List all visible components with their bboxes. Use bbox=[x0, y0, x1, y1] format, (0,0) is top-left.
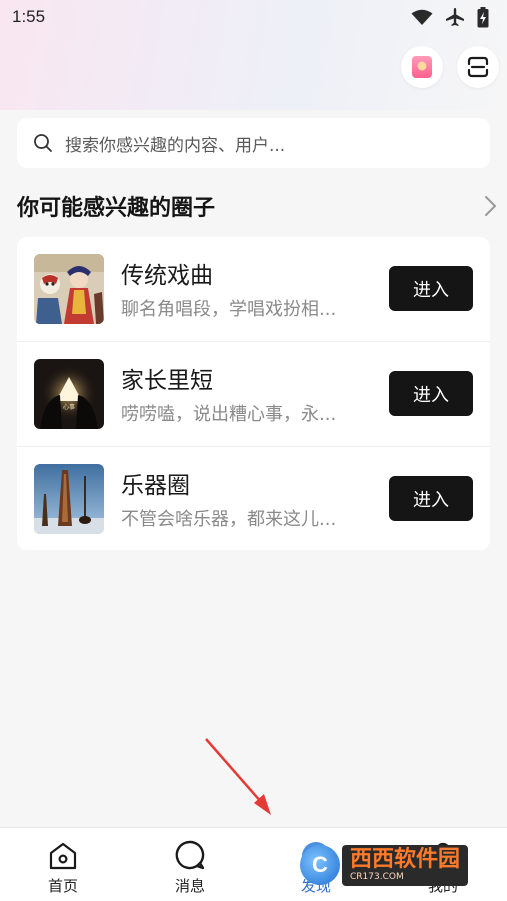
nav-item-messages[interactable]: 消息 bbox=[140, 828, 240, 901]
watermark-text: 西西软件园 CR173.COM bbox=[342, 844, 469, 886]
watermark-logo-icon: C bbox=[300, 845, 340, 885]
circle-thumbnail-opera bbox=[34, 254, 104, 324]
battery-charging-icon bbox=[477, 6, 489, 27]
circle-name: 乐器圈 bbox=[121, 473, 190, 499]
message-bubble-icon bbox=[175, 840, 205, 870]
circle-item-instruments[interactable]: 乐器圈 不管会啥乐器，都来这儿... 进入 bbox=[17, 447, 490, 551]
wifi-icon bbox=[411, 9, 433, 25]
scan-icon bbox=[467, 56, 489, 78]
nav-item-home[interactable]: 首页 bbox=[13, 828, 113, 901]
circle-description: 唠唠嗑，说出糟心事，永... bbox=[121, 404, 337, 425]
section-header[interactable]: 你可能感兴趣的圈子 bbox=[17, 186, 497, 226]
search-icon bbox=[34, 134, 52, 152]
pink-card-icon bbox=[412, 56, 432, 78]
circle-thumbnail-family: 心事 bbox=[34, 359, 104, 429]
circle-name: 传统戏曲 bbox=[121, 263, 213, 289]
enter-button-instruments[interactable]: 进入 bbox=[389, 476, 473, 521]
status-bar: 1:55 bbox=[0, 0, 507, 34]
search-input[interactable]: 搜索你感兴趣的内容、用户... bbox=[17, 118, 490, 168]
circle-item-family[interactable]: 心事 家长里短 唠唠嗑，说出糟心事，永... 进入 bbox=[17, 342, 490, 446]
chevron-right-icon[interactable] bbox=[483, 195, 497, 217]
top-actions bbox=[401, 46, 499, 88]
circle-thumbnail-instruments bbox=[34, 464, 104, 534]
enter-button-family[interactable]: 进入 bbox=[389, 371, 473, 416]
circle-list: 传统戏曲 聊名角唱段，学唱戏扮相... 进入 心事 家长里短 唠唠嗑，说出糟心事… bbox=[17, 237, 490, 550]
section-title: 你可能感兴趣的圈子 bbox=[17, 196, 216, 221]
nav-label: 消息 bbox=[174, 877, 205, 895]
circle-description: 聊名角唱段，学唱戏扮相... bbox=[121, 299, 337, 320]
status-time: 1:55 bbox=[12, 7, 46, 26]
airplane-mode-icon bbox=[446, 8, 464, 26]
circle-item-opera[interactable]: 传统戏曲 聊名角唱段，学唱戏扮相... 进入 bbox=[17, 237, 490, 341]
nav-label: 首页 bbox=[47, 877, 78, 895]
circle-name: 家长里短 bbox=[121, 368, 213, 394]
svg-text:心事: 心事 bbox=[63, 403, 75, 411]
circle-entry-button[interactable] bbox=[401, 46, 443, 88]
search-placeholder: 搜索你感兴趣的内容、用户... bbox=[65, 135, 286, 156]
watermark: C 西西软件园 CR173.COM bbox=[300, 840, 490, 890]
home-icon bbox=[49, 842, 77, 870]
status-icons bbox=[411, 6, 489, 28]
scan-button[interactable] bbox=[457, 46, 499, 88]
circle-description: 不管会啥乐器，都来这儿... bbox=[121, 509, 337, 530]
enter-button-opera[interactable]: 进入 bbox=[389, 266, 473, 311]
